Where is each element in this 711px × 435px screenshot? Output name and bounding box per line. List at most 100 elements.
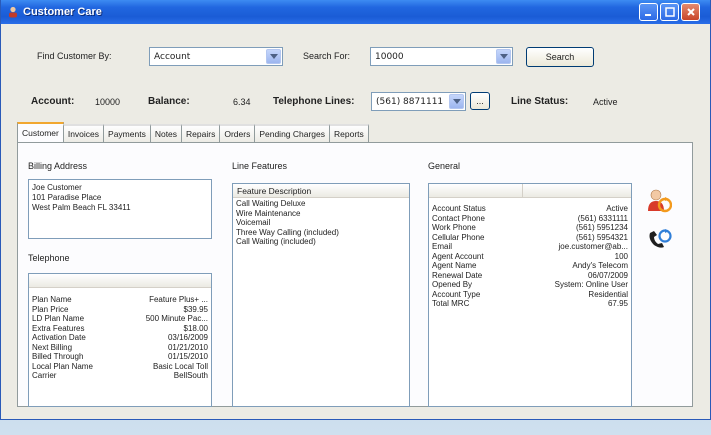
close-icon bbox=[686, 8, 695, 16]
find-by-label: Find Customer By: bbox=[37, 51, 112, 61]
tab-payments[interactable]: Payments bbox=[103, 124, 151, 142]
balance-label: Balance: bbox=[148, 96, 190, 107]
telephone-row-key: LD Plan Name bbox=[32, 314, 85, 323]
telephone-row-key: Billed Through bbox=[32, 352, 84, 361]
line-status-value: Active bbox=[593, 97, 618, 107]
feature-item[interactable]: Voicemail bbox=[233, 218, 409, 228]
general-row-key: Agent Account bbox=[432, 251, 484, 261]
general-row: Agent Name Andy's Telecom bbox=[429, 261, 631, 271]
telephone-row-value: 500 Minute Pac... bbox=[145, 314, 208, 323]
telephone-row-value: BellSouth bbox=[173, 371, 208, 380]
search-for-label: Search For: bbox=[303, 51, 351, 61]
telephone-row: Carrier BellSouth bbox=[29, 371, 211, 381]
more-lines-label: ... bbox=[476, 96, 484, 106]
general-row-key: Cellular Phone bbox=[432, 232, 485, 242]
telephone-row-key: Extra Features bbox=[32, 323, 85, 333]
general-row-key: Renewal Date bbox=[432, 270, 483, 280]
general-row: Email joe.customer@ab... bbox=[429, 242, 631, 252]
telephone-row-key: Next Billing bbox=[32, 342, 73, 352]
general-row: Renewal Date 06/07/2009 bbox=[429, 271, 631, 281]
tab-bar: Customer Invoices Payments Notes Repairs… bbox=[17, 122, 369, 142]
chevron-down-icon[interactable] bbox=[449, 94, 464, 109]
telephone-title: Telephone bbox=[28, 253, 70, 263]
minimize-button[interactable] bbox=[639, 3, 658, 21]
telephone-row: Plan Price $39.95 bbox=[29, 305, 211, 315]
telephone-row-value: $39.95 bbox=[183, 304, 208, 314]
general-row-value: Residential bbox=[588, 289, 628, 299]
general-row: Total MRC 67.95 bbox=[429, 299, 631, 309]
tab-orders[interactable]: Orders bbox=[219, 124, 256, 142]
billing-address-box: Joe Customer 101 Paradise Place West Pal… bbox=[28, 179, 212, 239]
maximize-button[interactable] bbox=[660, 3, 679, 21]
general-row-key: Account Type bbox=[432, 289, 481, 299]
telephone-row: Activation Date 03/16/2009 bbox=[29, 333, 211, 343]
search-for-input[interactable]: 10000 bbox=[370, 47, 513, 66]
close-button[interactable] bbox=[681, 3, 700, 21]
tab-invoices[interactable]: Invoices bbox=[62, 124, 105, 142]
general-row-key: Contact Phone bbox=[432, 213, 485, 223]
more-lines-button[interactable]: ... bbox=[470, 92, 490, 110]
telephone-row-value: 01/15/2010 bbox=[167, 352, 208, 361]
general-row: Contact Phone (561) 6331111 bbox=[429, 214, 631, 224]
general-row-key: Opened By bbox=[432, 280, 473, 289]
tab-notes[interactable]: Notes bbox=[149, 124, 183, 142]
general-row-value: 100 bbox=[614, 251, 628, 261]
feature-description-header[interactable]: Feature Description bbox=[233, 184, 409, 198]
billing-line-1: Joe Customer bbox=[32, 183, 82, 192]
tab-reports[interactable]: Reports bbox=[329, 124, 369, 142]
general-row: Cellular Phone (561) 5954321 bbox=[429, 233, 631, 243]
feature-item[interactable]: Wire Maintenance bbox=[233, 209, 409, 219]
telephone-row-key: Local Plan Name bbox=[32, 361, 93, 371]
balance-value: 6.34 bbox=[233, 97, 251, 107]
feature-item[interactable]: Call Waiting Deluxe bbox=[233, 199, 409, 209]
telephone-row: Extra Features $18.00 bbox=[29, 324, 211, 334]
general-row-value: System: Online User bbox=[554, 280, 628, 289]
line-features-title: Line Features bbox=[232, 161, 288, 171]
general-row: Opened By System: Online User bbox=[429, 280, 631, 290]
user-icon bbox=[7, 6, 19, 18]
find-by-select[interactable]: Account bbox=[149, 47, 283, 66]
general-row-value: 06/07/2009 bbox=[587, 270, 628, 280]
tab-repairs[interactable]: Repairs bbox=[181, 124, 221, 142]
telephone-row: Plan Name Feature Plus+ ... bbox=[29, 295, 211, 305]
tab-customer[interactable]: Customer bbox=[17, 122, 64, 142]
telephone-row: Local Plan Name Basic Local Toll bbox=[29, 362, 211, 372]
telephone-row: LD Plan Name 500 Minute Pac... bbox=[29, 314, 211, 324]
account-value: 10000 bbox=[95, 97, 121, 107]
general-title: General bbox=[428, 161, 461, 171]
phone-refresh-icon[interactable] bbox=[646, 227, 672, 251]
maximize-icon bbox=[664, 7, 675, 17]
column-divider bbox=[522, 183, 523, 198]
telephone-row-value: 03/16/2009 bbox=[167, 333, 208, 342]
tab-pending-charges[interactable]: Pending Charges bbox=[254, 124, 331, 142]
general-row-key: Agent Name bbox=[432, 261, 477, 270]
search-button[interactable]: Search bbox=[526, 47, 594, 67]
telephone-row-key: Activation Date bbox=[32, 333, 86, 342]
customer-care-window: Customer Care Find Customer By: Account … bbox=[0, 0, 711, 420]
general-row-value: Active bbox=[606, 204, 628, 213]
general-row: Account Type Residential bbox=[429, 290, 631, 300]
telephone-row-key: Plan Name bbox=[32, 295, 72, 304]
user-refresh-icon[interactable] bbox=[646, 189, 673, 213]
general-row-value: (561) 5951234 bbox=[575, 223, 628, 232]
general-box: Account Status Active Contact Phone (561) 6… bbox=[428, 183, 632, 407]
search-button-label: Search bbox=[545, 52, 575, 62]
title-bar: Customer Care bbox=[1, 0, 710, 24]
feature-item[interactable]: Call Waiting (included) bbox=[233, 237, 409, 247]
telephone-lines-select[interactable]: (561) 8871111 bbox=[371, 92, 466, 111]
general-row-key: Work Phone bbox=[432, 223, 476, 232]
chevron-down-icon[interactable] bbox=[496, 49, 511, 64]
general-row-value: (561) 6331111 bbox=[577, 213, 628, 223]
general-row-key: Email bbox=[432, 242, 453, 251]
feature-item[interactable]: Three Way Calling (included) bbox=[233, 228, 409, 238]
billing-address-title: Billing Address bbox=[28, 161, 88, 171]
general-row-value: Andy's Telecom bbox=[572, 261, 628, 270]
find-by-value: Account bbox=[154, 51, 191, 62]
telephone-box: Plan Name Feature Plus+ ... Plan Price $39.… bbox=[28, 273, 212, 407]
chevron-down-icon[interactable] bbox=[266, 49, 281, 64]
telephone-lines-value: (561) 8871111 bbox=[376, 96, 444, 107]
general-row-key: Account Status bbox=[432, 204, 486, 213]
telephone-lines-label: Telephone Lines: bbox=[273, 96, 355, 107]
telephone-header bbox=[29, 274, 211, 288]
line-status-label: Line Status: bbox=[511, 96, 569, 107]
